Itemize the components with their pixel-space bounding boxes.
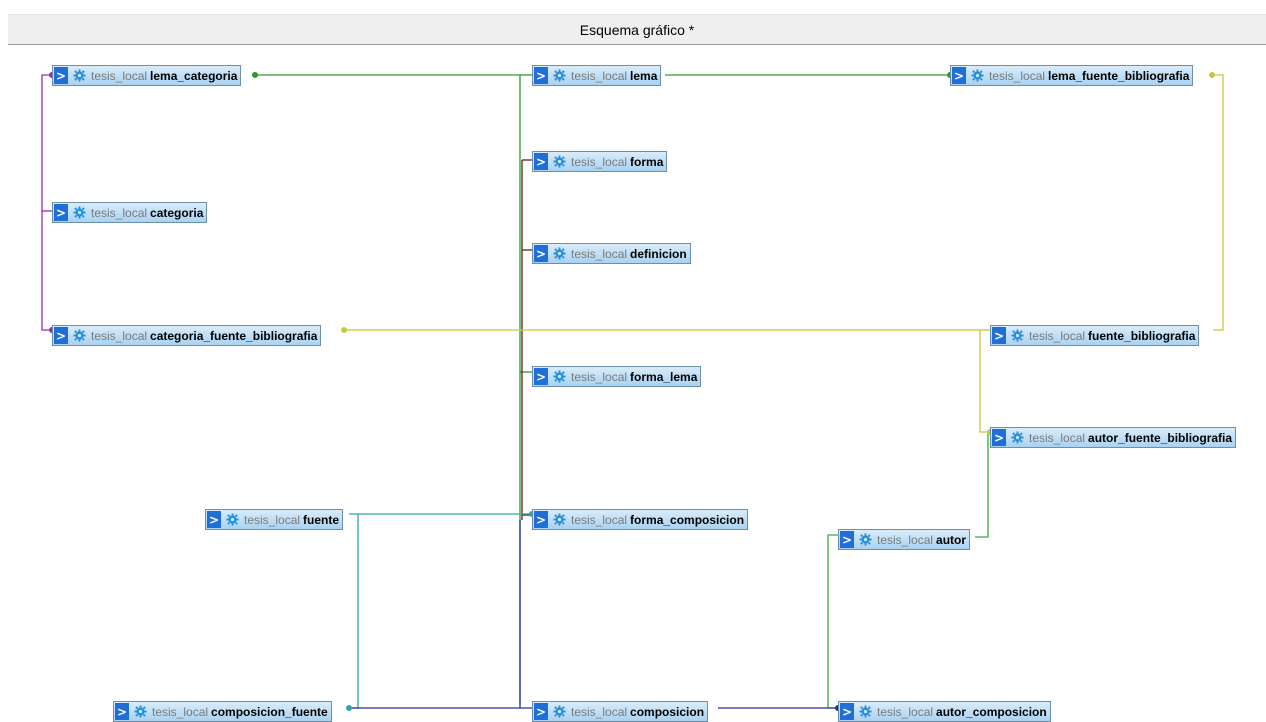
relation-lines <box>41 72 1224 711</box>
database-name: tesis_local <box>571 154 628 169</box>
database-name: tesis_local <box>244 512 301 527</box>
chevron-right-icon[interactable]: > <box>534 245 548 262</box>
table-fuente-bibliografia[interactable]: > tesis_local fuente_bibliografia <box>990 325 1200 346</box>
table-lema-fuente-bibliografia[interactable]: > tesis_local lema_fuente_bibliografia <box>950 65 1194 86</box>
table-name: composicion <box>630 704 705 719</box>
table-autor[interactable]: > tesis_local autor <box>838 529 971 550</box>
table-lema-categoria[interactable]: > tesis_local lema_categoria <box>52 65 242 86</box>
gear-icon[interactable] <box>1011 329 1025 343</box>
page-title: Esquema gráfico * <box>8 14 1266 45</box>
gear-icon[interactable] <box>553 705 567 719</box>
relation-fuente <box>348 513 532 709</box>
table-forma-lema[interactable]: > tesis_local forma_lema <box>532 366 702 387</box>
database-name: tesis_local <box>571 68 628 83</box>
gear-icon[interactable] <box>226 513 240 527</box>
chevron-right-icon[interactable]: > <box>992 429 1006 446</box>
table-name: composicion_fuente <box>211 704 328 719</box>
table-name: categoria <box>150 205 204 220</box>
chevron-right-icon[interactable]: > <box>54 204 68 221</box>
relation-composicion <box>348 520 838 709</box>
table-composicion-fuente[interactable]: > tesis_local composicion_fuente <box>113 701 332 722</box>
database-name: tesis_local <box>571 704 628 719</box>
table-autor-composicion[interactable]: > tesis_local autor_composicion <box>838 701 1051 722</box>
gear-icon[interactable] <box>859 533 873 547</box>
gear-icon[interactable] <box>553 370 567 384</box>
chevron-right-icon[interactable]: > <box>534 703 548 720</box>
table-autor-fuente-bibliografia[interactable]: > tesis_local autor_fuente_bibliografia <box>990 427 1237 448</box>
table-definicion[interactable]: > tesis_local definicion <box>532 243 691 264</box>
database-name: tesis_local <box>571 369 628 384</box>
table-name: forma <box>630 154 664 169</box>
relation-fuente-bibliografia <box>344 74 1224 433</box>
table-name: fuente_bibliografia <box>1088 328 1196 343</box>
table-name: definicion <box>630 246 687 261</box>
chevron-right-icon[interactable]: > <box>534 511 548 528</box>
chevron-right-icon[interactable]: > <box>840 531 854 548</box>
table-name: lema_categoria <box>150 68 238 83</box>
table-forma-composicion[interactable]: > tesis_local forma_composicion <box>532 509 749 530</box>
table-name: categoria_fuente_bibliografia <box>150 328 318 343</box>
relation-forma <box>521 159 532 520</box>
table-name: autor_composicion <box>936 704 1047 719</box>
chevron-right-icon[interactable]: > <box>534 368 548 385</box>
table-name: lema_fuente_bibliografia <box>1048 68 1190 83</box>
chevron-right-icon[interactable]: > <box>952 67 966 84</box>
schema-canvas[interactable]: Esquema gráfico * > tesis_local lema_cat… <box>0 0 1266 722</box>
chevron-right-icon[interactable]: > <box>54 327 68 344</box>
database-name: tesis_local <box>152 704 209 719</box>
chevron-right-icon[interactable]: > <box>207 511 221 528</box>
database-name: tesis_local <box>571 512 628 527</box>
gear-icon[interactable] <box>73 206 87 220</box>
table-composicion[interactable]: > tesis_local composicion <box>532 701 709 722</box>
relation-autor <box>827 432 989 709</box>
gear-icon[interactable] <box>859 705 873 719</box>
chevron-right-icon[interactable]: > <box>840 703 854 720</box>
gear-icon[interactable] <box>134 705 148 719</box>
table-name: forma_composicion <box>630 512 745 527</box>
chevron-right-icon[interactable]: > <box>54 67 68 84</box>
database-name: tesis_local <box>91 328 148 343</box>
table-name: forma_lema <box>630 369 698 384</box>
chevron-right-icon[interactable]: > <box>992 327 1006 344</box>
table-categoria-fuente-bibliografia[interactable]: > tesis_local categoria_fuente_bibliogra… <box>52 325 322 346</box>
gear-icon[interactable] <box>1011 431 1025 445</box>
table-categoria[interactable]: > tesis_local categoria <box>52 202 208 223</box>
database-name: tesis_local <box>877 704 934 719</box>
database-name: tesis_local <box>1029 328 1086 343</box>
database-name: tesis_local <box>1029 430 1086 445</box>
table-name: autor_fuente_bibliografia <box>1088 430 1233 445</box>
relation-categoria <box>41 74 52 331</box>
database-name: tesis_local <box>571 246 628 261</box>
table-lema[interactable]: > tesis_local lema <box>532 65 662 86</box>
chevron-right-icon[interactable]: > <box>534 67 548 84</box>
table-name: autor <box>936 532 967 547</box>
gear-icon[interactable] <box>553 513 567 527</box>
gear-icon[interactable] <box>553 247 567 261</box>
gear-icon[interactable] <box>553 69 567 83</box>
database-name: tesis_local <box>877 532 934 547</box>
gear-icon[interactable] <box>971 69 985 83</box>
gear-icon[interactable] <box>553 155 567 169</box>
database-name: tesis_local <box>91 68 148 83</box>
table-name: fuente <box>303 512 340 527</box>
database-name: tesis_local <box>989 68 1046 83</box>
table-fuente[interactable]: > tesis_local fuente <box>205 509 344 530</box>
chevron-right-icon[interactable]: > <box>534 153 548 170</box>
table-name: lema <box>630 68 658 83</box>
gear-icon[interactable] <box>73 329 87 343</box>
chevron-right-icon[interactable]: > <box>115 703 129 720</box>
table-forma[interactable]: > tesis_local forma <box>532 151 668 172</box>
gear-icon[interactable] <box>73 69 87 83</box>
database-name: tesis_local <box>91 205 148 220</box>
